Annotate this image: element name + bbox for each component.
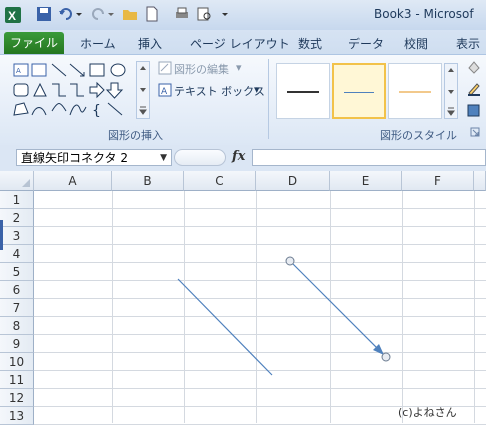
- group-separator: [268, 59, 269, 139]
- open-folder-icon[interactable]: [122, 6, 138, 22]
- print-preview-icon[interactable]: [196, 6, 212, 22]
- formula-bar-resizer[interactable]: [174, 149, 226, 166]
- redo-dropdown-icon[interactable]: [106, 6, 116, 22]
- shape-style-2[interactable]: [332, 63, 386, 119]
- excel-logo-icon[interactable]: X: [4, 6, 22, 24]
- shapes-scroll[interactable]: [136, 61, 150, 119]
- group-label-insert-shapes: 図形の挿入: [108, 129, 163, 142]
- print-icon[interactable]: [174, 6, 190, 22]
- edit-shape-dropdown-icon[interactable]: ▾: [236, 61, 242, 74]
- redo-icon[interactable]: [90, 6, 106, 22]
- name-box[interactable]: 直線矢印コネクタ 2 ▼: [16, 149, 172, 166]
- ribbon: A { 図形の編集 ▾ A テキスト ボックス ▾ 図形の挿入 図形のスタイル: [0, 54, 486, 146]
- connector-start-handle[interactable]: [285, 256, 295, 266]
- tab-view[interactable]: 表示: [456, 34, 480, 54]
- formula-input[interactable]: [252, 149, 486, 166]
- shape-style-3[interactable]: [388, 63, 442, 119]
- title-bar: X Book3 - Microsof: [0, 0, 486, 30]
- text-box-dropdown-icon[interactable]: ▾: [254, 83, 260, 96]
- svg-text:{: {: [92, 103, 101, 119]
- shape-effects-icon[interactable]: [466, 103, 482, 122]
- credit-text: (c)よねさん: [398, 406, 457, 419]
- svg-text:X: X: [8, 9, 16, 23]
- tab-file[interactable]: ファイル: [4, 32, 64, 54]
- tab-review[interactable]: 校閲: [404, 34, 428, 54]
- name-box-value: 直線矢印コネクタ 2: [21, 151, 128, 165]
- customize-toolbar-icon[interactable]: [220, 6, 230, 22]
- arrow-connector-shape[interactable]: [289, 260, 385, 356]
- styles-dialog-launcher-icon[interactable]: [470, 127, 480, 140]
- edit-shape-icon[interactable]: [158, 61, 172, 78]
- window-title: Book3 - Microsof: [374, 7, 474, 21]
- connector-end-handle[interactable]: [381, 352, 391, 362]
- worksheet[interactable]: A B C D E F 1 2 3 4 5 6 7 8 9 10 11 12 13 (c)よねさん: [0, 171, 486, 425]
- styles-scroll[interactable]: [444, 63, 458, 119]
- group-label-shape-styles: 図形のスタイル: [380, 129, 457, 142]
- undo-dropdown-icon[interactable]: [74, 6, 84, 22]
- text-box-button[interactable]: テキスト ボックス: [174, 83, 265, 99]
- shape-fill-icon[interactable]: [466, 59, 482, 78]
- svg-text:A: A: [161, 87, 168, 97]
- text-box-icon[interactable]: A: [158, 83, 172, 100]
- shape-style-1[interactable]: [276, 63, 330, 119]
- insert-function-icon[interactable]: fx: [232, 149, 245, 164]
- shape-outline-icon[interactable]: [466, 81, 482, 100]
- drawing-layer: [177, 256, 391, 376]
- tab-data[interactable]: データ: [348, 34, 384, 54]
- window-edge: [0, 220, 3, 250]
- ribbon-tabs: ファイル ホーム 挿入 ページ レイアウト 数式 データ 校閲 表示: [0, 30, 486, 54]
- edit-shape-button[interactable]: 図形の編集: [174, 61, 229, 77]
- formula-bar: 直線矢印コネクタ 2 ▼ fx: [0, 145, 486, 172]
- save-icon[interactable]: [36, 6, 52, 22]
- tab-page-layout[interactable]: ページ レイアウト: [190, 34, 290, 54]
- tab-home[interactable]: ホーム: [80, 34, 116, 54]
- tab-insert[interactable]: 挿入: [138, 34, 162, 54]
- straight-line-shape[interactable]: [177, 278, 273, 376]
- svg-text:A: A: [16, 67, 21, 75]
- shapes-gallery[interactable]: A {: [12, 61, 152, 124]
- new-doc-icon[interactable]: [144, 6, 160, 22]
- undo-icon[interactable]: [58, 6, 74, 22]
- tab-formulas[interactable]: 数式: [298, 34, 322, 54]
- name-box-dropdown-icon[interactable]: ▼: [160, 150, 167, 167]
